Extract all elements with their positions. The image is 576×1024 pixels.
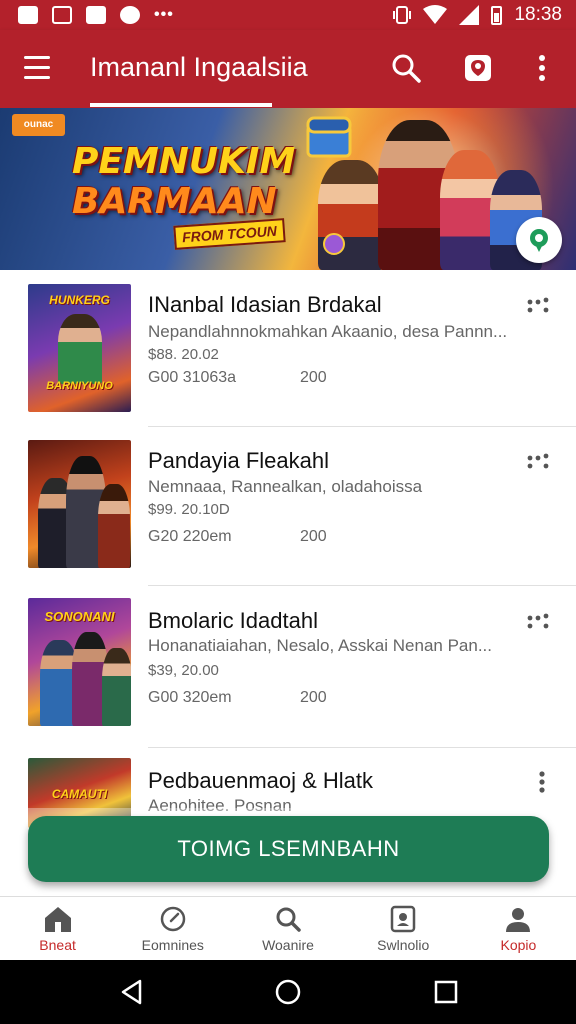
nav-item-search[interactable]: Woanire bbox=[230, 897, 345, 960]
banner-subtitle: FROM TCOUN bbox=[173, 218, 286, 250]
nav-label: Eomnines bbox=[141, 937, 204, 953]
more-vert-icon[interactable] bbox=[526, 50, 562, 86]
wifi-icon bbox=[423, 5, 448, 24]
compass-icon bbox=[120, 6, 140, 24]
item-thumbnail: HUNKERG BARNIYUNO bbox=[28, 284, 131, 412]
thumb-figure bbox=[98, 484, 130, 568]
more-horiz-icon[interactable] bbox=[522, 294, 552, 320]
status-time: 18:38 bbox=[514, 4, 562, 25]
item-price: $39, 20.00 bbox=[148, 662, 219, 679]
more-horiz-icon[interactable] bbox=[522, 450, 552, 476]
app-screen: ••• 18:38 Imananl Ingaalsiia ounac PEMNU… bbox=[0, 0, 576, 1024]
search-icon[interactable] bbox=[388, 50, 424, 86]
banner-title-line2: BARMAAN bbox=[72, 181, 277, 222]
app-bar: Imananl Ingaalsiia bbox=[0, 30, 576, 108]
thumb-title: CAMAUTI bbox=[51, 787, 108, 801]
item-title: INanbal Idasian Brdakal bbox=[148, 292, 382, 317]
system-navigation-bar bbox=[0, 960, 576, 1024]
app-icon bbox=[86, 6, 106, 24]
thumb-bottom-title: BARNIYUNO bbox=[46, 380, 113, 392]
notification-icon bbox=[18, 6, 38, 24]
title-underline bbox=[90, 103, 272, 107]
status-bar: ••• 18:38 bbox=[0, 0, 576, 30]
status-right-icons: 18:38 bbox=[393, 4, 562, 26]
more-vert-icon[interactable] bbox=[522, 768, 552, 794]
thumb-figure bbox=[58, 314, 102, 384]
item-price: $88. 20.02 bbox=[148, 346, 219, 363]
item-subtitle: Nepandlahnnokmahkan Akaanio, desa Pannn.… bbox=[148, 322, 508, 341]
item-subtitle: Nemnaaa, Rannealkan, oladahoissa bbox=[148, 477, 423, 496]
bottom-navigation: Bneat Eomnines Woanire Swlnolio Kopio bbox=[0, 896, 576, 960]
list-item[interactable]: HUNKERG BARNIYUNO INanbal Idasian Brdaka… bbox=[0, 270, 576, 428]
nav-item-profile[interactable]: Kopio bbox=[461, 897, 576, 960]
list-item[interactable]: Pandayia Fleakahl Nemnaaa, Rannealkan, o… bbox=[0, 428, 576, 586]
nav-item-home[interactable]: Bneat bbox=[0, 897, 115, 960]
signal-icon bbox=[459, 5, 480, 25]
list-divider bbox=[148, 426, 576, 427]
item-title: Bmolaric Idadtahl bbox=[148, 608, 318, 633]
thumb-figure bbox=[102, 648, 131, 726]
search-icon bbox=[276, 907, 301, 932]
status-left-icons: ••• bbox=[18, 6, 174, 24]
back-icon[interactable] bbox=[118, 978, 146, 1006]
orb-icon bbox=[323, 233, 345, 255]
list-item[interactable]: CAMAUTI Pedbauenmaoj & Hlatk Aenohitee. … bbox=[0, 748, 576, 828]
list-item[interactable]: SONONANI Bmolaric Idadtahl Honanatiaiaha… bbox=[0, 588, 576, 748]
shield-icon[interactable] bbox=[460, 50, 496, 86]
thumb-title: HUNKERG bbox=[49, 293, 110, 307]
nav-item-portfolio[interactable]: Swlnolio bbox=[346, 897, 461, 960]
treasure-chest-icon bbox=[306, 116, 352, 158]
primary-action-button[interactable]: TOIMG LSEMNBAHN bbox=[28, 816, 549, 882]
nav-label: Woanire bbox=[262, 937, 314, 953]
item-meta-left: G00 31063a bbox=[148, 369, 237, 386]
more-horiz-icon[interactable] bbox=[522, 610, 552, 636]
vibrate-icon bbox=[393, 6, 412, 24]
nav-label: Bneat bbox=[39, 937, 76, 953]
nav-label: Swlnolio bbox=[377, 937, 430, 953]
item-meta-right: 200 bbox=[300, 528, 327, 545]
banner-title-line1: PEMNUKIM bbox=[72, 141, 296, 182]
nav-item-explore[interactable]: Eomnines bbox=[115, 897, 230, 960]
item-title: Pedbauenmaoj & Hlatk bbox=[148, 768, 374, 793]
promo-banner[interactable]: ounac PEMNUKIM BARMAAN FROM TCOUN bbox=[0, 108, 576, 270]
recents-icon[interactable] bbox=[432, 978, 460, 1006]
list-divider bbox=[148, 585, 576, 586]
item-meta-left: G20 220em bbox=[148, 528, 232, 545]
app-title: Imananl Ingaalsiia bbox=[90, 52, 308, 82]
overflow-dots: ••• bbox=[154, 6, 174, 23]
item-meta-left: G00 320em bbox=[148, 689, 232, 706]
portfolio-icon bbox=[390, 905, 416, 933]
item-price: $99. 20.10D bbox=[148, 501, 230, 518]
map-pin-button[interactable] bbox=[516, 217, 562, 263]
item-meta-right: 200 bbox=[300, 369, 327, 386]
battery-icon bbox=[491, 5, 503, 25]
nav-label: Kopio bbox=[500, 937, 537, 953]
profile-icon bbox=[506, 908, 531, 932]
thumb-title: SONONANI bbox=[44, 609, 115, 624]
compass-icon bbox=[160, 906, 186, 932]
item-subtitle: Honanatiaiahan, Nesalo, Asskai Nenan Pan… bbox=[148, 636, 493, 655]
home-icon bbox=[44, 907, 71, 932]
home-circle-icon[interactable] bbox=[274, 978, 302, 1006]
banner-badge: ounac bbox=[12, 114, 65, 136]
menu-icon[interactable] bbox=[24, 56, 54, 80]
banner-title: PEMNUKIM BARMAAN bbox=[72, 142, 295, 222]
item-title: Pandayia Fleakahl bbox=[148, 448, 330, 473]
item-thumbnail: SONONANI bbox=[28, 598, 131, 726]
map-pin-icon bbox=[530, 229, 548, 252]
item-thumbnail bbox=[28, 440, 131, 568]
image-icon bbox=[52, 6, 72, 24]
item-meta-right: 200 bbox=[300, 689, 327, 706]
